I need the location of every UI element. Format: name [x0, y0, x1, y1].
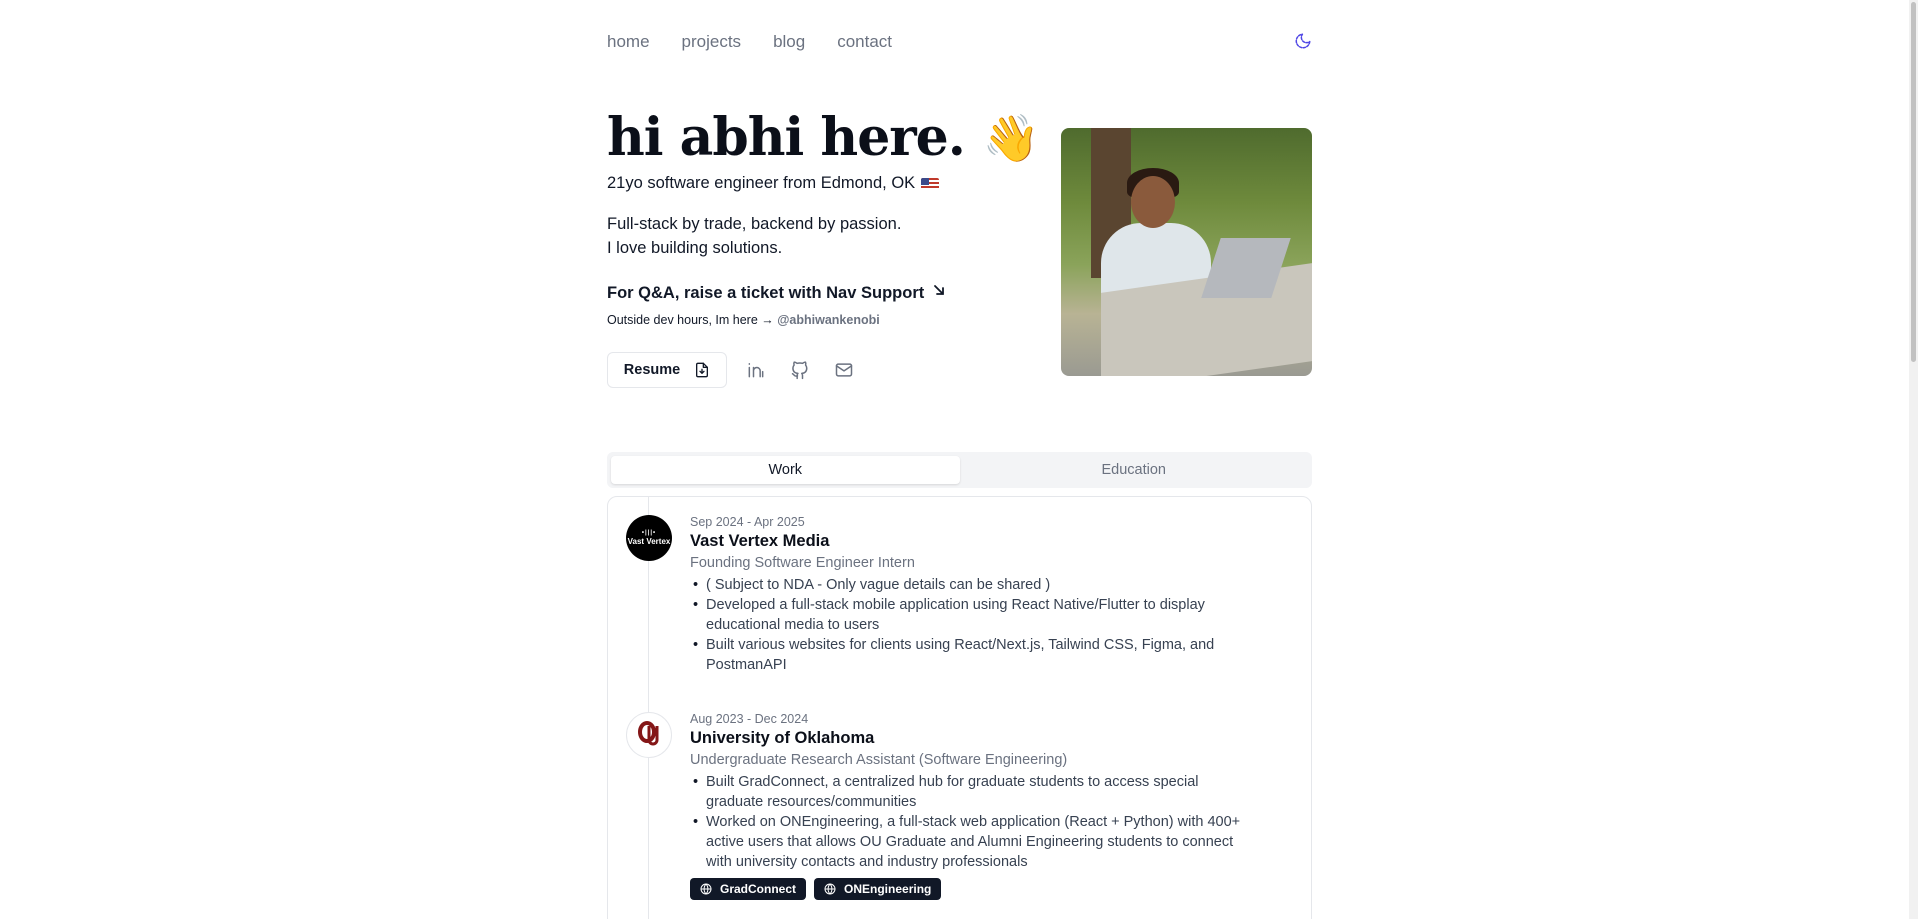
entry-dates: Aug 2023 - Dec 2024	[690, 712, 809, 726]
top-nav: home projects blog contact	[607, 30, 1312, 54]
entry-body: Sep 2024 - Apr 2025 Vast Vertex Media Fo…	[690, 515, 1250, 675]
hero-title-text: hi abhi here.	[607, 107, 966, 168]
arrow-down-right-icon	[934, 284, 945, 295]
us-flag-icon	[921, 177, 940, 190]
project-badges: GradConnect ONEngineering	[690, 878, 1250, 900]
bullet-item: Built various websites for clients using…	[690, 635, 1250, 675]
tab-education[interactable]: Education	[960, 456, 1309, 484]
scrollbar[interactable]	[1909, 0, 1918, 919]
hero-title: hi abhi here. 👋	[607, 107, 1040, 168]
bullet-item: Developed a full-stack mobile applicatio…	[690, 595, 1250, 635]
photo-person-head	[1131, 176, 1175, 228]
vast-vertex-logo[interactable]: •|||• Vast Vertex	[626, 515, 672, 561]
entry-company[interactable]: Vast Vertex Media	[690, 532, 1250, 551]
entry-role: Founding Software Engineer Intern	[690, 555, 915, 571]
entry-dates: Sep 2024 - Apr 2025	[690, 515, 805, 529]
nav-contact[interactable]: contact	[837, 32, 892, 52]
file-download-icon	[696, 362, 709, 378]
badge-gradconnect[interactable]: GradConnect	[690, 878, 807, 900]
logo-dots: •|||•	[641, 530, 657, 536]
github-icon[interactable]	[785, 355, 815, 385]
entry-role: Undergraduate Research Assistant (Softwa…	[690, 752, 1068, 768]
page-container: home projects blog contact hi abhi here.…	[607, 0, 1312, 919]
badge-label: GradConnect	[720, 882, 797, 896]
waving-hand-icon: 👋	[982, 111, 1040, 165]
bullet-item: Worked on ONEngineering, a full-stack we…	[690, 812, 1250, 872]
bullet-item: Built GradConnect, a centralized hub for…	[690, 772, 1250, 812]
hero-subtitle: 21yo software engineer from Edmond, OK	[607, 174, 940, 193]
entry-bullets: ( Subject to NDA - Only vague details ca…	[690, 575, 1250, 675]
outside-hours-line: Outside dev hours, Im here → @abhiwanken…	[607, 313, 880, 327]
qa-line[interactable]: For Q&A, raise a ticket with Nav Support	[607, 284, 946, 303]
theme-toggle-moon-icon[interactable]	[1294, 32, 1312, 50]
timeline-card: •|||• Vast Vertex Sep 2024 - Apr 2025 Va…	[607, 496, 1312, 919]
action-row: Resume	[607, 352, 859, 388]
nav-blog[interactable]: blog	[773, 32, 805, 52]
nav-projects[interactable]: projects	[682, 32, 742, 52]
twitter-handle-link[interactable]: @abhiwankenobi	[777, 313, 879, 327]
ou-logo-icon[interactable]	[626, 712, 672, 758]
resume-button[interactable]: Resume	[607, 352, 727, 388]
badge-label: ONEngineering	[844, 882, 932, 896]
globe-icon	[700, 883, 712, 895]
profile-photo	[1061, 128, 1312, 376]
badge-onengineering[interactable]: ONEngineering	[814, 878, 942, 900]
globe-icon	[824, 883, 836, 895]
entry-body: Aug 2023 - Dec 2024 University of Oklaho…	[690, 712, 1250, 900]
subtitle-text: 21yo software engineer from Edmond, OK	[607, 174, 916, 192]
entry-bullets: Built GradConnect, a centralized hub for…	[690, 772, 1250, 872]
bullet-item: ( Subject to NDA - Only vague details ca…	[690, 575, 1250, 595]
entry-company[interactable]: University of Oklahoma	[690, 729, 1250, 748]
tab-work[interactable]: Work	[611, 456, 960, 484]
qa-text[interactable]: For Q&A, raise a ticket with Nav Support	[607, 284, 924, 303]
outside-prefix: Outside dev hours, Im here →	[607, 313, 774, 327]
experience-tabs: Work Education	[607, 452, 1312, 488]
mail-icon[interactable]	[829, 355, 859, 385]
nav-home[interactable]: home	[607, 32, 650, 52]
intro-text: Full-stack by trade, backend by passion.…	[607, 215, 902, 257]
logo-text: Vast Vertex	[627, 537, 671, 546]
linkedin-icon[interactable]	[741, 355, 771, 385]
resume-label: Resume	[623, 362, 681, 378]
scrollbar-thumb[interactable]	[1911, 2, 1916, 362]
